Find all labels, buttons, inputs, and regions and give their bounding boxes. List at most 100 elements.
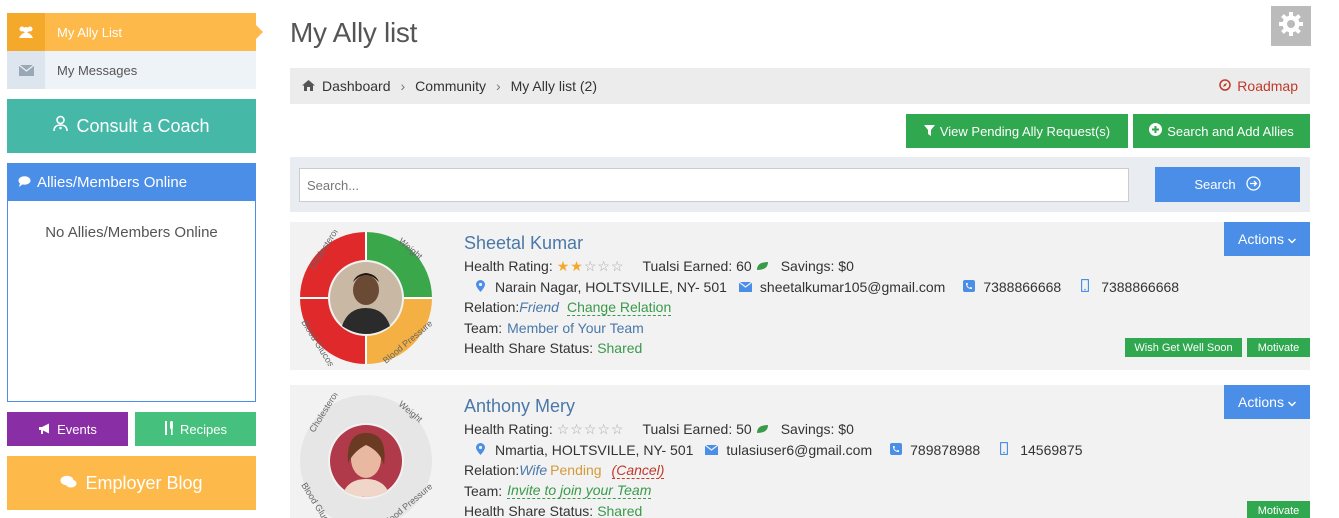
health-ring-chart: Cholesterol Weight Blood Glucose Blood P… — [299, 393, 434, 518]
search-add-allies-button[interactable]: Search and Add Allies — [1133, 114, 1310, 148]
sidebar-item-ally-list[interactable]: My Ally List — [7, 13, 263, 51]
mobile-icon — [1000, 440, 1009, 461]
employer-blog-button[interactable]: Employer Blog — [7, 456, 256, 510]
roadmap-link[interactable]: Roadmap — [1219, 78, 1298, 94]
actions-label: Actions — [1238, 394, 1284, 410]
health-share-label: Health Share Status: — [464, 340, 594, 356]
employer-blog-label: Employer Blog — [85, 472, 203, 493]
consult-coach-label: Consult a Coach — [76, 115, 210, 136]
users-icon — [7, 13, 45, 51]
actions-label: Actions — [1238, 231, 1284, 247]
star-icon: ★★ — [556, 258, 584, 274]
recipes-button[interactable]: Recipes — [135, 412, 256, 446]
leaf-icon — [756, 419, 769, 440]
star-empty-icon: ☆☆☆☆☆ — [556, 421, 625, 437]
arrow-circle-right-icon — [1245, 175, 1261, 194]
ally-address: Narain Nagar, HOLTSVILLE, NY- 501 — [495, 278, 727, 295]
sidebar-item-label: My Ally List — [57, 24, 123, 40]
envelope-icon — [7, 51, 45, 89]
ally-address: Nmartia, HOLTSVILLE, NY- 501 — [495, 441, 694, 458]
search-bar: Search — [290, 157, 1310, 212]
sidebar-item-messages[interactable]: My Messages — [7, 51, 256, 89]
ally-phone: 7388866668 — [983, 278, 1062, 295]
online-members-title: Allies/Members Online — [37, 174, 188, 191]
relation-value: Friend — [519, 299, 559, 315]
plus-circle-icon — [1149, 123, 1163, 139]
relation-value: Wife — [519, 462, 548, 478]
envelope-icon — [738, 277, 753, 298]
ally-name[interactable]: Sheetal Kumar — [464, 232, 1179, 254]
ally-email: tulasiuser6@gmail.com — [726, 441, 873, 458]
online-members-header: Allies/Members Online — [8, 164, 255, 201]
recipes-label: Recipes — [180, 421, 227, 437]
change-relation-link[interactable]: Change Relation — [566, 299, 672, 316]
ally-mobile: 7388866668 — [1101, 278, 1180, 295]
health-share-value: Shared — [597, 503, 643, 518]
team-value: Member of Your Team — [507, 319, 644, 336]
user-md-icon — [53, 115, 69, 137]
online-members-empty: No Allies/Members Online — [45, 224, 218, 241]
wish-get-well-button[interactable]: Wish Get Well Soon — [1125, 338, 1242, 357]
tualsi-earned: Tualsi Earned: 60 — [642, 258, 752, 274]
relation-label: Relation: — [464, 462, 520, 478]
map-marker-icon — [476, 440, 485, 461]
filter-icon — [923, 124, 935, 139]
compass-icon — [1219, 78, 1232, 94]
page-title: My Ally list — [290, 17, 418, 48]
search-add-label: Search and Add Allies — [1167, 123, 1294, 139]
motivate-button[interactable]: Motivate — [1247, 501, 1310, 518]
roadmap-label: Roadmap — [1237, 78, 1298, 94]
map-marker-icon — [476, 277, 485, 298]
utensils-icon — [164, 420, 174, 438]
search-input[interactable] — [299, 168, 1129, 202]
view-pending-requests-button[interactable]: View Pending Ally Request(s) — [906, 114, 1128, 148]
savings: Savings: $0 — [780, 258, 854, 274]
health-share-label: Health Share Status: — [464, 503, 594, 518]
team-label: Team: — [464, 319, 503, 336]
ally-card: Cholesterol Weight Blood Glucose Blood P… — [290, 385, 1310, 518]
settings-button[interactable] — [1271, 6, 1311, 46]
cancel-relation-link[interactable]: (Cancel) — [611, 462, 665, 479]
tualsi-earned: Tualsi Earned: 50 — [642, 421, 752, 437]
breadcrumb: Dashboard › Community › My Ally list (2)… — [290, 68, 1310, 104]
envelope-icon — [705, 440, 719, 461]
consult-coach-button[interactable]: Consult a Coach — [7, 99, 256, 153]
gear-icon — [1278, 11, 1304, 42]
ally-name[interactable]: Anthony Mery — [464, 395, 1083, 417]
team-label: Team: — [464, 482, 503, 499]
star-empty-icon: ☆☆☆ — [583, 258, 625, 274]
mobile-icon — [1081, 277, 1090, 298]
comments-icon — [18, 174, 31, 191]
chevron-down-icon — [1287, 394, 1296, 410]
bullhorn-icon — [38, 422, 51, 437]
chevron-right-icon: › — [495, 78, 501, 94]
ally-email: sheetalkumar105@gmail.com — [759, 278, 946, 295]
motivate-button[interactable]: Motivate — [1247, 338, 1310, 357]
search-button[interactable]: Search — [1155, 167, 1300, 202]
breadcrumb-community[interactable]: Community — [415, 78, 486, 94]
health-ring-chart: Cholesterol Weight Blood Glucose Blood P… — [299, 230, 434, 366]
invite-team-link[interactable]: Invite to join your Team — [507, 482, 652, 500]
chevron-down-icon — [1287, 231, 1296, 247]
leaf-icon — [756, 256, 769, 277]
rating-stars: ★★☆☆☆ — [557, 256, 625, 277]
health-share-value: Shared — [597, 340, 643, 356]
rating-stars: ☆☆☆☆☆ — [557, 419, 625, 440]
breadcrumb-current: My Ally list (2) — [510, 78, 597, 94]
events-label: Events — [57, 421, 97, 437]
sidebar-item-label: My Messages — [57, 62, 138, 78]
actions-dropdown-button[interactable]: Actions — [1224, 385, 1310, 419]
search-label: Search — [1194, 177, 1236, 192]
actions-dropdown-button[interactable]: Actions — [1224, 222, 1310, 256]
events-button[interactable]: Events — [7, 412, 128, 446]
chevron-right-icon: › — [400, 78, 406, 94]
phone-icon — [890, 440, 903, 461]
relation-label: Relation: — [464, 299, 520, 315]
phone-icon — [963, 277, 976, 298]
ally-mobile: 14569875 — [1020, 441, 1083, 458]
view-pending-label: View Pending Ally Request(s) — [939, 123, 1111, 139]
ally-info: Anthony Mery Health Rating: ☆☆☆☆☆ Tualsi… — [464, 395, 1083, 518]
breadcrumb-dashboard[interactable]: Dashboard — [322, 78, 391, 94]
health-rating-label: Health Rating: — [464, 258, 553, 274]
ally-info: Sheetal Kumar Health Rating: ★★☆☆☆ Tuals… — [464, 232, 1179, 359]
